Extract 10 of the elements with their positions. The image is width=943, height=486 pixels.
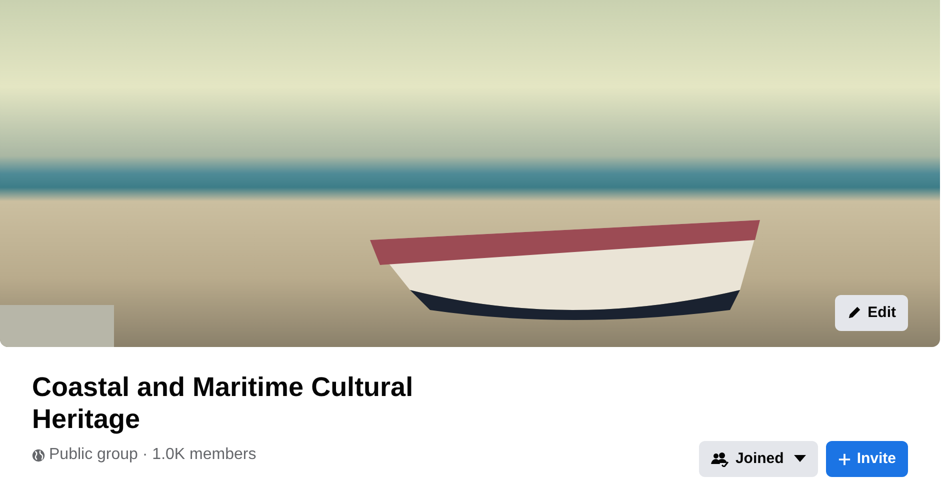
- people-icon: [711, 452, 730, 466]
- group-info: Public group · 1.0K members: [49, 445, 256, 465]
- plus-icon: [838, 452, 851, 466]
- joined-button[interactable]: Joined: [699, 441, 818, 477]
- globe-icon: [32, 448, 45, 462]
- edit-button[interactable]: Edit: [834, 294, 908, 331]
- pencil-icon: [846, 305, 862, 320]
- caret-icon: [794, 455, 806, 463]
- group-title: Coastal and Maritime Cultural Heritage: [32, 371, 414, 435]
- invite-button[interactable]: Invite: [826, 441, 908, 477]
